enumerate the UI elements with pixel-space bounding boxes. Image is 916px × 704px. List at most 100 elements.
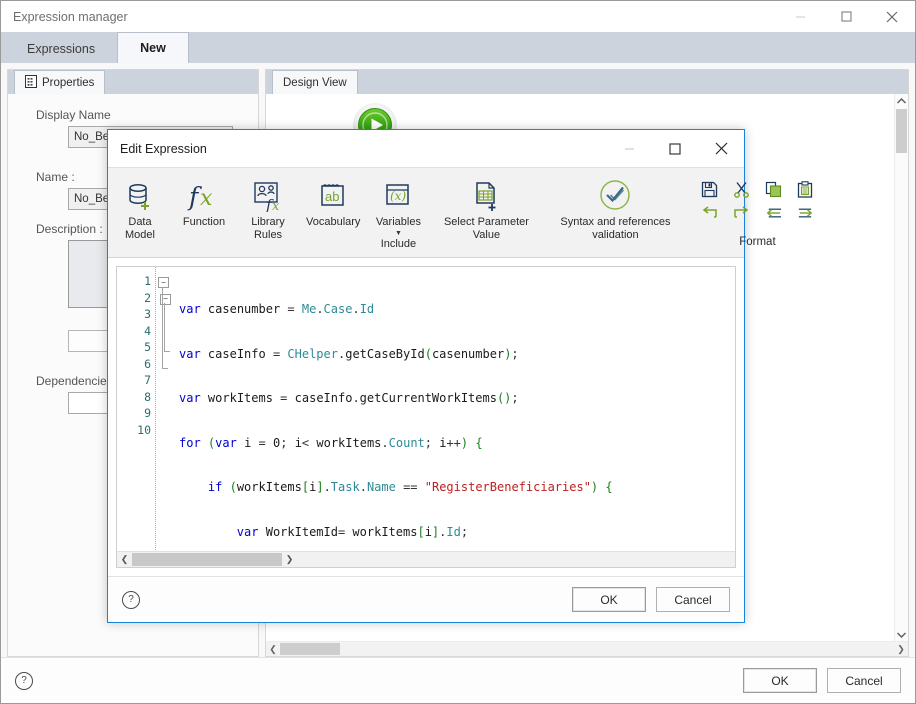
dialog-close-icon[interactable]: [698, 130, 744, 167]
variables-icon: (x): [382, 176, 414, 216]
editor-code[interactable]: var casenumber = Me.Case.Id var caseInfo…: [171, 267, 735, 552]
dialog-ok-button[interactable]: OK: [572, 587, 646, 612]
cut-icon[interactable]: [732, 180, 750, 198]
scroll-right-icon[interactable]: ❯: [894, 642, 908, 656]
ribbon-format-label: Format: [739, 236, 776, 248]
editor-horizontal-scrollbar[interactable]: ❮ ❯: [117, 551, 735, 567]
code-line: var WorkItemId= workItems[i].Id;: [236, 524, 469, 539]
editor-fold-column[interactable]: − −: [155, 267, 171, 552]
help-icon[interactable]: ?: [15, 671, 33, 690]
editor-surface[interactable]: 1 2 3 4 5 6 7 8 9 10 − − var casenumber …: [117, 267, 735, 552]
code-line: var workItems = caseInfo.getCurrentWorkI…: [179, 391, 519, 405]
ribbon-syntax-validation-button[interactable]: Syntax and references validation: [542, 176, 688, 242]
editor-scroll-right-icon[interactable]: ❯: [282, 552, 297, 567]
svg-text:x: x: [200, 186, 213, 211]
close-icon[interactable]: [869, 1, 915, 32]
line-number: 7: [144, 373, 151, 387]
dialog-minimize-icon[interactable]: [606, 130, 652, 167]
svg-text:x: x: [272, 199, 280, 212]
expression-editor[interactable]: 1 2 3 4 5 6 7 8 9 10 − − var casenumber …: [116, 266, 736, 568]
properties-icon: [25, 74, 37, 91]
window-titlebar: Expression manager: [1, 1, 915, 32]
minimize-icon[interactable]: [777, 1, 823, 32]
ribbon-select-parameter-value-label-1: Select Parameter: [443, 216, 529, 228]
design-view-vertical-scrollbar[interactable]: [894, 94, 908, 642]
line-number: 6: [144, 356, 151, 371]
tab-properties[interactable]: Properties: [14, 70, 106, 94]
line-number: 10: [137, 422, 151, 437]
redo-icon[interactable]: [732, 204, 750, 222]
editor-scroll-thumb[interactable]: [132, 553, 282, 566]
format-row-bottom: [700, 204, 814, 222]
dialog-window-controls: [606, 130, 744, 167]
paste-icon[interactable]: [796, 180, 814, 198]
line-number: 2: [144, 290, 151, 305]
function-icon: f x: [187, 176, 221, 216]
dialog-cancel-button[interactable]: Cancel: [656, 587, 730, 612]
scroll-left-icon[interactable]: ❮: [266, 642, 280, 656]
scroll-down-icon[interactable]: [897, 628, 906, 642]
copy-icon[interactable]: [764, 180, 782, 198]
window-footer: ? OK Cancel: [1, 657, 915, 703]
dialog-help-icon[interactable]: ?: [122, 590, 140, 609]
line-number: 9: [144, 406, 151, 420]
editor-scroll-left-icon[interactable]: ❮: [117, 552, 132, 567]
ribbon-data-model-label-2: Model: [125, 229, 155, 241]
horizontal-scroll-thumb[interactable]: [280, 643, 340, 655]
ribbon-vocabulary-button[interactable]: ab Vocabulary: [300, 176, 366, 229]
ribbon-syntax-validation-label-1: Syntax and references: [560, 216, 671, 228]
ribbon-syntax-validation-label-2: validation: [592, 229, 639, 241]
ribbon-function-button[interactable]: f x Function: [172, 176, 236, 229]
fold-toggle-icon[interactable]: −: [158, 277, 169, 288]
dialog-title: Edit Expression: [120, 141, 207, 156]
ribbon-include-label: Include: [380, 238, 417, 250]
tab-design-view-label: Design View: [283, 76, 347, 89]
edit-expression-dialog: Edit Expression Data Model f x Function …: [107, 129, 813, 623]
ribbon-data-model-button[interactable]: Data Model: [108, 176, 172, 242]
maximize-icon[interactable]: [823, 1, 869, 32]
line-number: 4: [144, 323, 151, 338]
dialog-footer: ? OK Cancel: [108, 576, 744, 622]
ribbon-library-rules-label-1: Library: [251, 216, 285, 228]
window-title: Expression manager: [13, 9, 128, 24]
tab-expressions[interactable]: Expressions: [5, 34, 118, 63]
chevron-down-icon[interactable]: ▼: [395, 229, 402, 238]
scroll-up-icon[interactable]: [897, 94, 906, 108]
ribbon-library-rules-button[interactable]: f x Library Rules: [236, 176, 300, 242]
library-rules-icon: f x: [251, 176, 285, 216]
undo-icon[interactable]: [700, 204, 718, 222]
ribbon-variables-button[interactable]: (x) Variables ▼ Include: [366, 176, 430, 251]
format-row-top: [700, 180, 814, 198]
tab-design-view[interactable]: Design View: [272, 70, 358, 94]
ribbon-library-rules-label-2: Rules: [253, 229, 283, 241]
line-number: 1: [144, 274, 151, 288]
ribbon-select-parameter-value-label-2: Value: [472, 229, 501, 241]
editor-line-numbers: 1 2 3 4 5 6 7 8 9 10: [117, 267, 155, 552]
ribbon-data-model-label-1: Data: [128, 216, 152, 228]
ribbon-function-label-1: Function: [182, 216, 226, 228]
display-name-label: Display Name: [36, 108, 111, 122]
ribbon-include-group: Data Model f x Function f x Library Rule…: [108, 168, 688, 257]
vocabulary-icon: ab: [317, 176, 349, 216]
data-model-icon: [124, 176, 156, 216]
indent-icon[interactable]: [796, 204, 814, 222]
cancel-button[interactable]: Cancel: [827, 668, 901, 693]
code-line: for (var i = 0; i< workItems.Count; i++)…: [179, 435, 483, 450]
ribbon-variables-label-1: Variables: [375, 216, 421, 228]
save-icon[interactable]: [700, 180, 718, 198]
vertical-scroll-thumb[interactable]: [896, 109, 907, 153]
line-number: 8: [144, 389, 151, 404]
design-view-tabstrip: Design View: [266, 70, 908, 94]
outdent-icon[interactable]: [764, 204, 782, 222]
ribbon-select-parameter-value-button[interactable]: Select Parameter Value: [430, 176, 542, 242]
select-parameter-value-icon: [470, 176, 502, 216]
tab-new[interactable]: New: [117, 32, 189, 63]
ribbon-vocabulary-label-1: Vocabulary: [306, 216, 361, 228]
main-tabstrip: Expressions New: [1, 32, 915, 63]
ok-button[interactable]: OK: [743, 668, 817, 693]
code-line: var caseInfo = CHelper.getCaseById(casen…: [179, 346, 519, 361]
design-view-horizontal-scrollbar[interactable]: ❮ ❯: [266, 641, 908, 656]
syntax-validation-icon: [598, 176, 632, 216]
code-line: if (workItems[i].Task.Name == "RegisterB…: [207, 480, 613, 494]
dialog-maximize-icon[interactable]: [652, 130, 698, 167]
